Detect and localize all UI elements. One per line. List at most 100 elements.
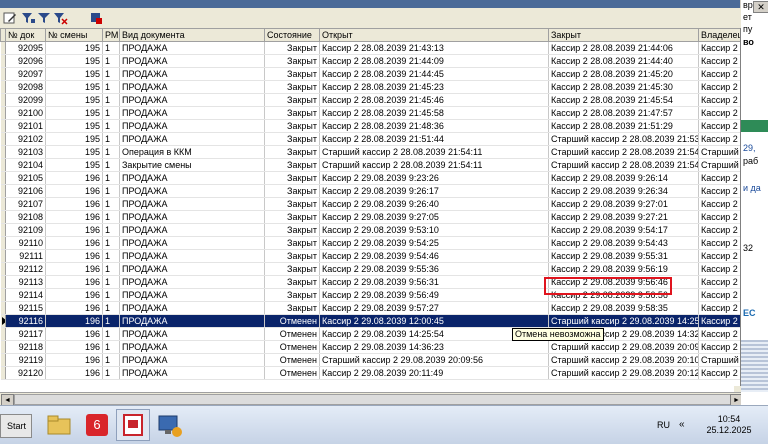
workstation-cell[interactable]: 1 bbox=[102, 236, 120, 250]
shift-number-cell[interactable]: 195 bbox=[45, 119, 103, 133]
shift-number-cell[interactable]: 196 bbox=[45, 314, 103, 328]
status-cell[interactable]: Закрыт bbox=[264, 54, 320, 68]
status-cell[interactable]: Закрыт bbox=[264, 223, 320, 237]
opened-cell[interactable]: Кассир 2 28.08.2039 21:45:23 bbox=[319, 80, 549, 94]
table-row[interactable]: 92097 195 1 ПРОДАЖА Закрыт Кассир 2 28.08.203… bbox=[0, 67, 740, 81]
opened-cell[interactable]: Кассир 2 29.08.2039 9:57:27 bbox=[319, 301, 549, 315]
status-cell[interactable]: Закрыт bbox=[264, 158, 320, 172]
shift-number-cell[interactable]: 195 bbox=[45, 106, 103, 120]
table-row[interactable]: 92119 196 1 ПРОДАЖА Отменен Старший кассир 2 … bbox=[0, 353, 740, 367]
closed-cell[interactable]: Кассир 2 29.08.2039 9:54:43 bbox=[548, 236, 699, 250]
language-indicator[interactable]: RU bbox=[657, 420, 670, 430]
owner-cell[interactable]: Кассир 2 bbox=[698, 171, 740, 185]
shift-number-cell[interactable]: 196 bbox=[45, 366, 103, 380]
closed-cell[interactable]: Кассир 2 28.08.2039 21:51:29 bbox=[548, 119, 699, 133]
shift-number-cell[interactable]: 196 bbox=[45, 353, 103, 367]
owner-cell[interactable]: Кассир 2 bbox=[698, 249, 740, 263]
table-row[interactable]: 92103 195 1 Операция в ККМ Закрыт Старший кас… bbox=[0, 145, 740, 159]
status-cell[interactable]: Закрыт bbox=[264, 210, 320, 224]
table-row[interactable]: 92104 195 1 Закрытие смены Закрыт Старший кас… bbox=[0, 158, 740, 172]
doc-type-cell[interactable]: ПРОДАЖА bbox=[119, 353, 265, 367]
doc-number-cell[interactable]: 92113 bbox=[5, 275, 46, 289]
opened-cell[interactable]: Старший кассир 2 28.08.2039 21:54:11 bbox=[319, 145, 549, 159]
owner-cell[interactable]: Кассир 2 bbox=[698, 366, 740, 380]
filter-clear-icon[interactable] bbox=[52, 10, 68, 26]
column-header-doc-number[interactable]: № док bbox=[5, 28, 46, 42]
closed-cell[interactable]: Старший кассир 2 29.08.2039 20:12:26 bbox=[548, 366, 699, 380]
doc-type-cell[interactable]: ПРОДАЖА bbox=[119, 236, 265, 250]
closed-cell[interactable]: Кассир 2 28.08.2039 21:45:20 bbox=[548, 67, 699, 81]
workstation-cell[interactable]: 1 bbox=[102, 301, 120, 315]
horizontal-scrollbar[interactable]: ◄ ► bbox=[0, 392, 745, 407]
status-cell[interactable]: Закрыт bbox=[264, 119, 320, 133]
doc-type-cell[interactable]: ПРОДАЖА bbox=[119, 249, 265, 263]
closed-cell[interactable]: Кассир 2 28.08.2039 21:47:57 bbox=[548, 106, 699, 120]
doc-type-cell[interactable]: Операция в ККМ bbox=[119, 145, 265, 159]
status-cell[interactable]: Закрыт bbox=[264, 80, 320, 94]
opened-cell[interactable]: Кассир 2 28.08.2039 21:44:09 bbox=[319, 54, 549, 68]
doc-type-cell[interactable]: ПРОДАЖА bbox=[119, 132, 265, 146]
doc-number-cell[interactable]: 92102 bbox=[5, 132, 46, 146]
tray-expand-icon[interactable]: « bbox=[679, 419, 685, 430]
doc-type-cell[interactable]: ПРОДАЖА bbox=[119, 197, 265, 211]
doc-type-cell[interactable]: ПРОДАЖА bbox=[119, 210, 265, 224]
opened-cell[interactable]: Кассир 2 28.08.2039 21:45:58 bbox=[319, 106, 549, 120]
doc-number-cell[interactable]: 92101 bbox=[5, 119, 46, 133]
opened-cell[interactable]: Кассир 2 29.08.2039 9:56:49 bbox=[319, 288, 549, 302]
opened-cell[interactable]: Кассир 2 29.08.2039 9:56:31 bbox=[319, 275, 549, 289]
owner-cell[interactable]: Кассир 2 bbox=[698, 327, 740, 341]
opened-cell[interactable]: Старший кассир 2 28.08.2039 21:54:11 bbox=[319, 158, 549, 172]
workstation-cell[interactable]: 1 bbox=[102, 171, 120, 185]
doc-type-cell[interactable]: ПРОДАЖА bbox=[119, 171, 265, 185]
status-cell[interactable]: Закрыт bbox=[264, 41, 320, 55]
workstation-cell[interactable]: 1 bbox=[102, 41, 120, 55]
status-cell[interactable]: Закрыт bbox=[264, 184, 320, 198]
doc-type-cell[interactable]: ПРОДАЖА bbox=[119, 366, 265, 380]
status-cell[interactable]: Закрыт bbox=[264, 262, 320, 276]
closed-cell[interactable]: Кассир 2 28.08.2039 21:45:54 bbox=[548, 93, 699, 107]
workstation-cell[interactable]: 1 bbox=[102, 275, 120, 289]
owner-cell[interactable]: Кассир 2 bbox=[698, 223, 740, 237]
column-header-closed[interactable]: Закрыт bbox=[548, 28, 699, 42]
shift-number-cell[interactable]: 196 bbox=[45, 249, 103, 263]
closed-cell[interactable]: Кассир 2 29.08.2039 9:26:14 bbox=[548, 171, 699, 185]
owner-cell[interactable]: Кассир 2 bbox=[698, 340, 740, 354]
table-row[interactable]: 92116 196 1 ПРОДАЖА Отменен Кассир 2 29.08.20… bbox=[0, 314, 740, 328]
opened-cell[interactable]: Кассир 2 29.08.2039 9:26:40 bbox=[319, 197, 549, 211]
status-cell[interactable]: Отменен bbox=[264, 327, 320, 341]
owner-cell[interactable]: Старший к bbox=[698, 158, 740, 172]
status-cell[interactable]: Закрыт bbox=[264, 132, 320, 146]
doc-number-cell[interactable]: 92106 bbox=[5, 184, 46, 198]
column-header-owner[interactable]: Владелец bbox=[698, 28, 740, 42]
status-cell[interactable]: Закрыт bbox=[264, 67, 320, 81]
opened-cell[interactable]: Кассир 2 28.08.2039 21:51:44 bbox=[319, 132, 549, 146]
closed-cell[interactable]: Кассир 2 29.08.2039 9:26:34 bbox=[548, 184, 699, 198]
scroll-thumb[interactable] bbox=[14, 394, 738, 405]
doc-number-cell[interactable]: 92118 bbox=[5, 340, 46, 354]
closed-cell[interactable]: Кассир 2 29.08.2039 9:27:01 bbox=[548, 197, 699, 211]
closed-cell[interactable]: Кассир 2 29.08.2039 9:54:17 bbox=[548, 223, 699, 237]
workstation-cell[interactable]: 1 bbox=[102, 262, 120, 276]
owner-cell[interactable]: Старший к bbox=[698, 145, 740, 159]
owner-cell[interactable]: Кассир 2 bbox=[698, 80, 740, 94]
workstation-cell[interactable]: 1 bbox=[102, 54, 120, 68]
doc-number-cell[interactable]: 92100 bbox=[5, 106, 46, 120]
shift-number-cell[interactable]: 195 bbox=[45, 67, 103, 81]
table-row[interactable]: 92102 195 1 ПРОДАЖА Закрыт Кассир 2 28.08.203… bbox=[0, 132, 740, 146]
documents-grid[interactable]: № док № смены РМ Вид документа Состояние… bbox=[0, 28, 741, 392]
table-row[interactable]: 92099 195 1 ПРОДАЖА Закрыт Кассир 2 28.08.203… bbox=[0, 93, 740, 107]
opened-cell[interactable]: Кассир 2 29.08.2039 9:27:05 bbox=[319, 210, 549, 224]
doc-number-cell[interactable]: 92099 bbox=[5, 93, 46, 107]
closed-cell[interactable]: Старший кассир 2 28.08.2039 21:54:11 bbox=[548, 158, 699, 172]
owner-cell[interactable]: Старший к bbox=[698, 353, 740, 367]
closed-cell[interactable]: Кассир 2 29.08.2039 9:58:35 bbox=[548, 301, 699, 315]
table-row[interactable]: 92120 196 1 ПРОДАЖА Отменен Кассир 2 29.08.20… bbox=[0, 366, 740, 380]
workstation-cell[interactable]: 1 bbox=[102, 340, 120, 354]
closed-cell[interactable]: Кассир 2 29.08.2039 9:55:31 bbox=[548, 249, 699, 263]
opened-cell[interactable]: Кассир 2 28.08.2039 21:44:45 bbox=[319, 67, 549, 81]
shift-number-cell[interactable]: 196 bbox=[45, 184, 103, 198]
closed-cell[interactable]: Кассир 2 28.08.2039 21:44:06 bbox=[548, 41, 699, 55]
table-row[interactable]: 92108 196 1 ПРОДАЖА Закрыт Кассир 2 29.08.203… bbox=[0, 210, 740, 224]
column-header-workstation[interactable]: РМ bbox=[102, 28, 120, 42]
status-cell[interactable]: Закрыт bbox=[264, 197, 320, 211]
